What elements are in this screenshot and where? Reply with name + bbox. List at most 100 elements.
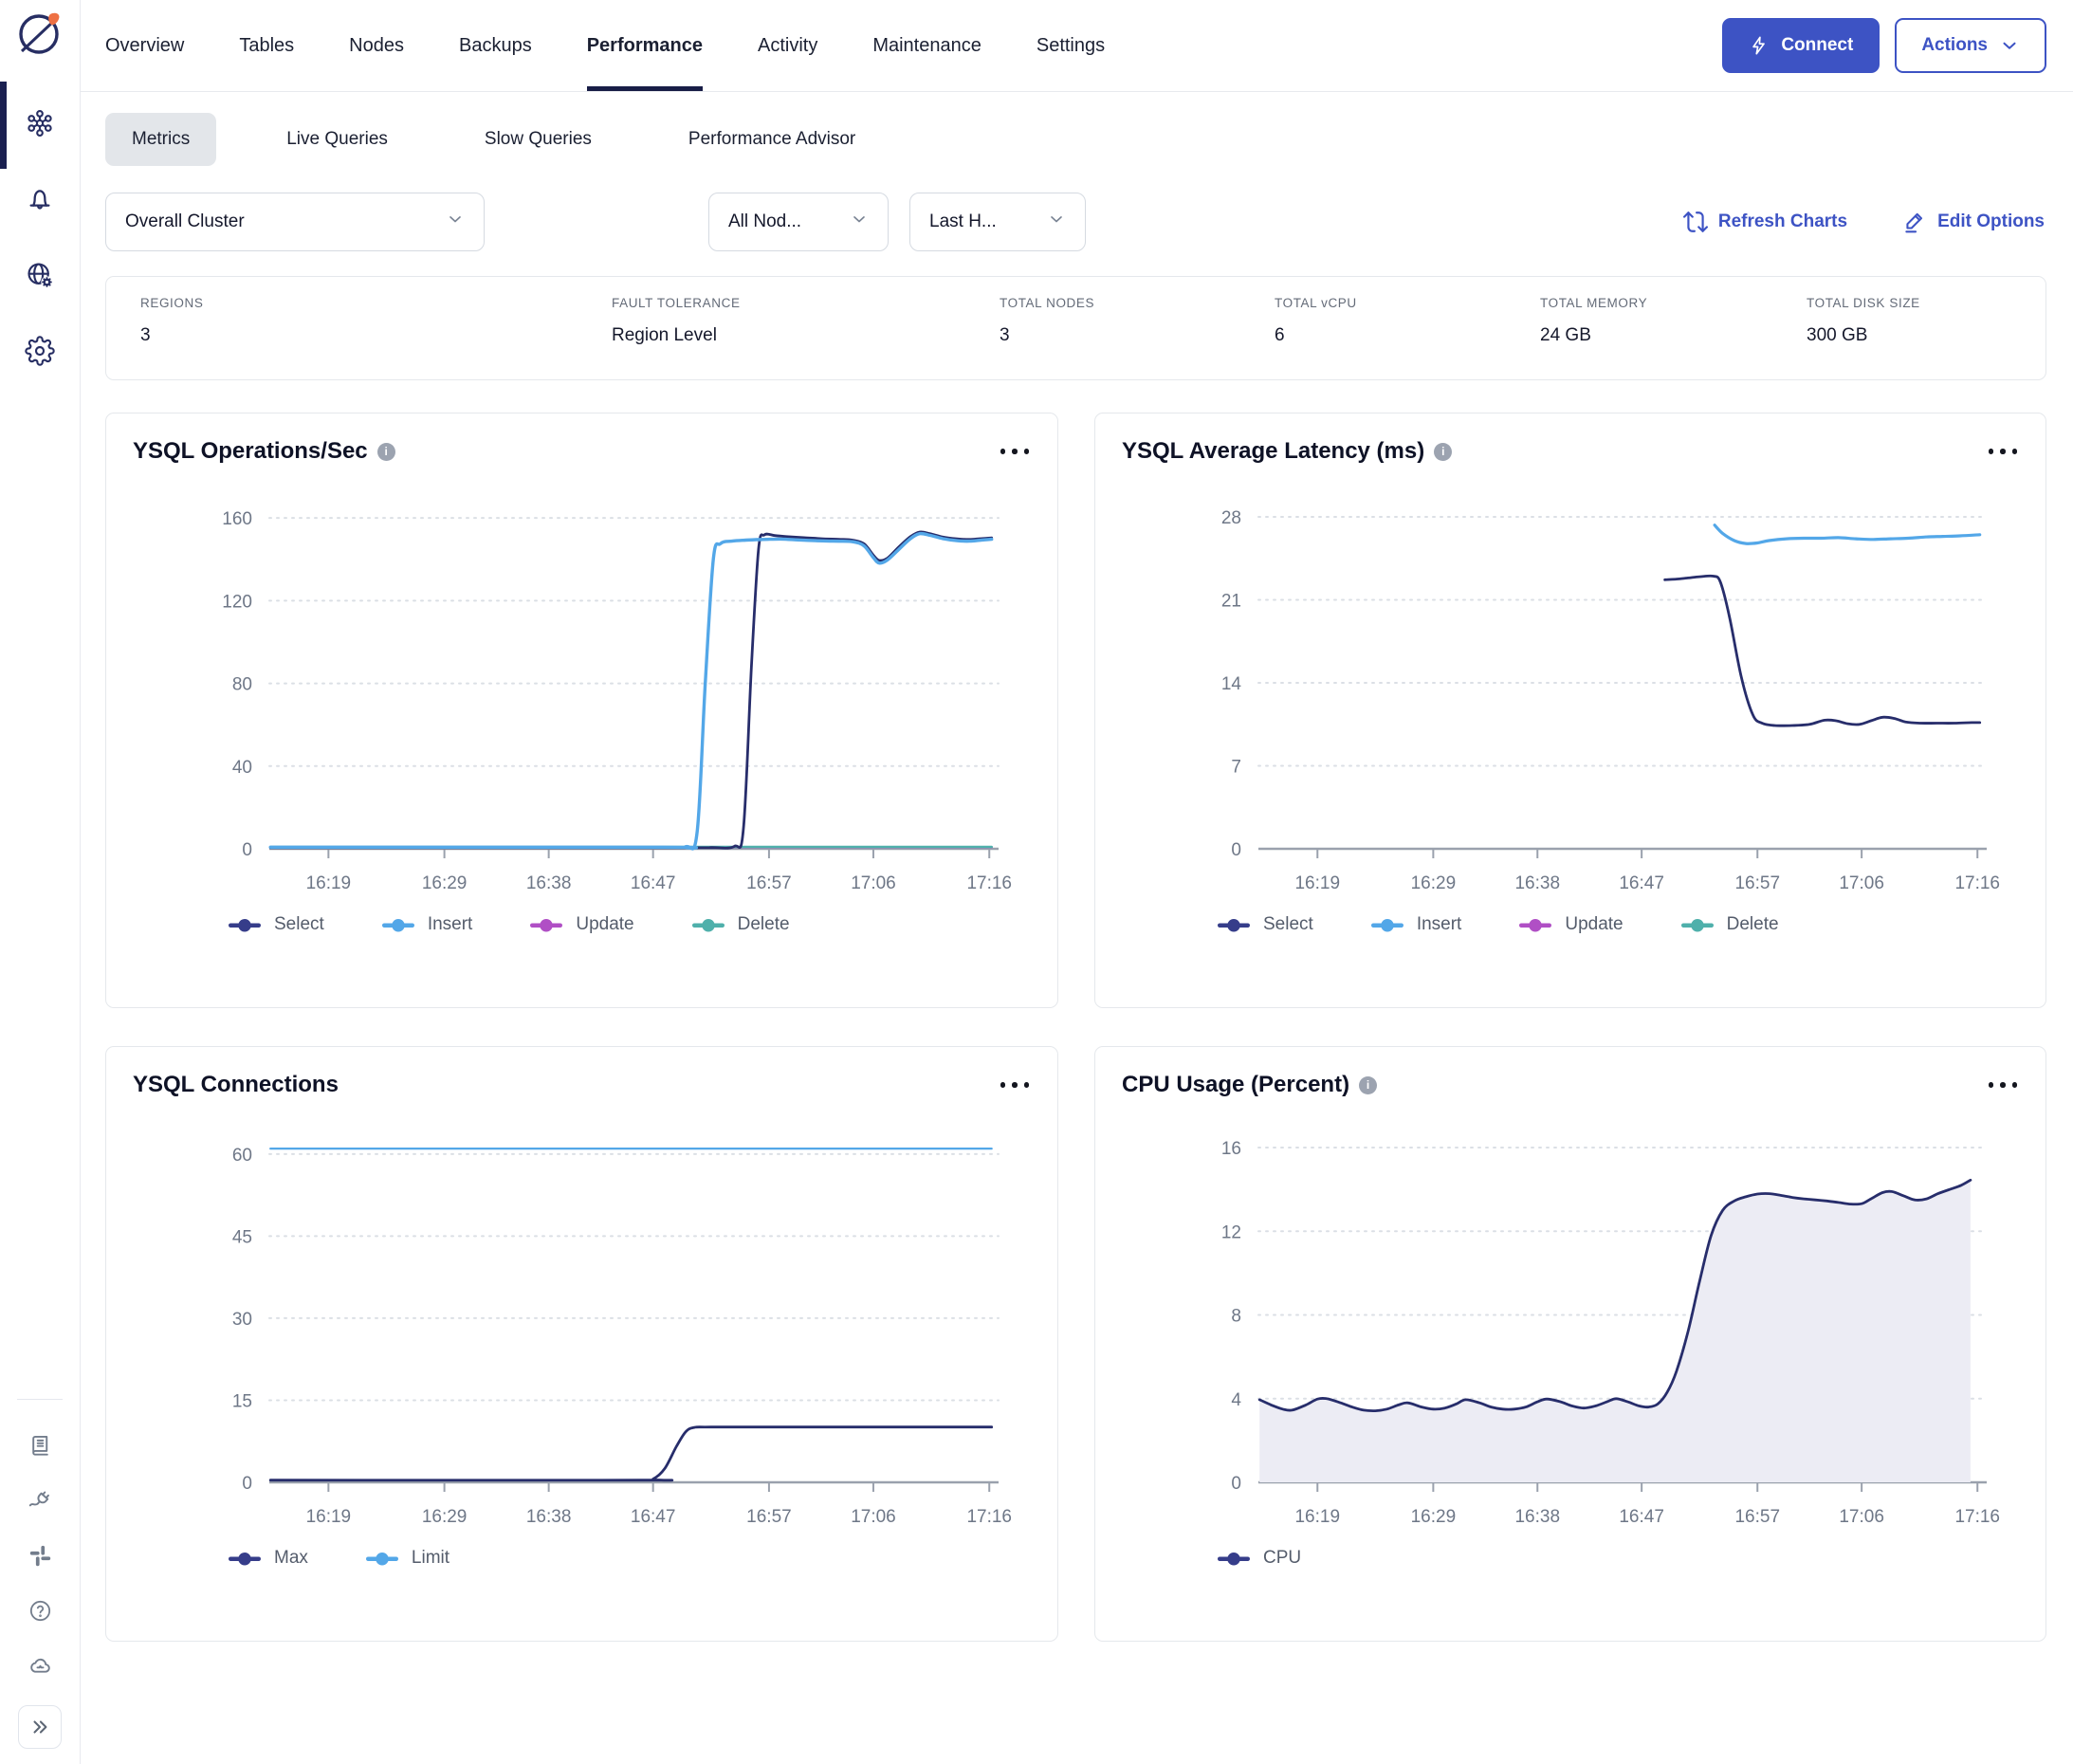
globe-gear-icon <box>25 260 55 295</box>
legend-item-insert: Insert <box>381 914 473 935</box>
stat-regions: REGIONS 3 <box>140 296 612 379</box>
sidebar-item-cloud-status-icon[interactable] <box>0 1641 81 1696</box>
legend-marker-icon <box>365 1552 399 1566</box>
svg-text:160: 160 <box>222 509 252 529</box>
svg-text:28: 28 <box>1221 508 1241 528</box>
legend-item-select: Select <box>1217 914 1313 935</box>
stat-label: FAULT TOLERANCE <box>612 296 1000 310</box>
svg-text:16:38: 16:38 <box>1514 873 1560 893</box>
subtab-performance-advisor[interactable]: Performance Advisor <box>662 113 882 166</box>
svg-text:0: 0 <box>242 1474 252 1494</box>
svg-text:17:16: 17:16 <box>966 873 1012 893</box>
info-icon[interactable]: i <box>1434 443 1452 461</box>
chart-title: YSQL Connections <box>133 1072 339 1098</box>
tab-nodes[interactable]: Nodes <box>349 0 404 91</box>
yugabyte-logo-icon <box>14 8 65 59</box>
sidebar-item-gear-icon[interactable] <box>0 315 81 391</box>
svg-text:16:47: 16:47 <box>631 1507 676 1527</box>
svg-text:16:29: 16:29 <box>1411 873 1457 893</box>
legend-item-limit: Limit <box>365 1548 449 1569</box>
legend-item-update: Update <box>529 914 633 935</box>
legend-item-insert: Insert <box>1370 914 1462 935</box>
cluster-icon <box>25 108 55 143</box>
info-icon[interactable]: i <box>1359 1076 1377 1094</box>
sidebar-item-globe-gear-icon[interactable] <box>0 239 81 315</box>
chart-legend: Select Insert Update Delete <box>1122 914 2019 935</box>
subtab-metrics[interactable]: Metrics <box>105 113 216 166</box>
stat-label: TOTAL DISK SIZE <box>1807 296 2045 310</box>
chevron-down-icon <box>1999 35 2020 56</box>
cluster-select[interactable]: Overall Cluster <box>105 193 485 251</box>
chart-menu-button[interactable] <box>1987 1076 2020 1093</box>
stat-total-vcpu: TOTAL vCPU 6 <box>1275 296 1540 379</box>
metrics-subtabs: Metrics Live Queries Slow Queries Performan… <box>81 92 2073 177</box>
chevron-down-icon <box>850 210 869 234</box>
refresh-icon <box>1683 210 1708 234</box>
actions-button[interactable]: Actions <box>1895 18 2046 73</box>
sidebar-item-help-icon[interactable] <box>0 1586 81 1641</box>
svg-text:15: 15 <box>232 1391 252 1411</box>
refresh-charts-link[interactable]: Refresh Charts <box>1683 210 1847 234</box>
stat-label: TOTAL vCPU <box>1275 296 1540 310</box>
svg-text:16:29: 16:29 <box>422 1507 468 1527</box>
stat-label: REGIONS <box>140 296 612 310</box>
chart-menu-button[interactable] <box>1987 443 2020 460</box>
charts-grid: YSQL Operations/Seci 0408012016016:1916:… <box>105 413 2046 1642</box>
tab-settings[interactable]: Settings <box>1036 0 1105 91</box>
svg-text:16:47: 16:47 <box>1619 1507 1664 1527</box>
chart-legend: CPU <box>1122 1548 2019 1569</box>
sidebar-item-bell-icon[interactable] <box>0 163 81 239</box>
time-range-select[interactable]: Last H... <box>909 193 1086 251</box>
legend-marker-icon <box>691 918 725 932</box>
sidebar-item-plug-icon[interactable] <box>0 1476 81 1531</box>
stat-total-memory: TOTAL MEMORY 24 GB <box>1540 296 1807 379</box>
legend-item-cpu: CPU <box>1217 1548 1301 1569</box>
svg-text:4: 4 <box>1231 1390 1241 1410</box>
edit-options-link[interactable]: Edit Options <box>1902 210 2045 234</box>
pencil-icon <box>1902 210 1927 234</box>
nodes-select[interactable]: All Nod... <box>708 193 889 251</box>
chevron-down-icon <box>1047 210 1066 234</box>
subtab-slow-queries[interactable]: Slow Queries <box>458 113 618 166</box>
tab-performance[interactable]: Performance <box>587 0 703 91</box>
chart-card-ysql-operations-sec: YSQL Operations/Seci 0408012016016:1916:… <box>105 413 1058 1008</box>
legend-marker-icon <box>1680 918 1715 932</box>
legend-item-delete: Delete <box>1680 914 1779 935</box>
chart-title: CPU Usage (Percent) <box>1122 1072 1349 1098</box>
svg-text:0: 0 <box>1231 1474 1241 1494</box>
stat-value: 6 <box>1275 325 1540 346</box>
connect-button[interactable]: Connect <box>1722 18 1880 73</box>
svg-text:16: 16 <box>1221 1139 1241 1159</box>
chart-card-cpu-usage-percent: CPU Usage (Percent)i 048121616:1916:2916… <box>1094 1046 2046 1642</box>
subtab-live-queries[interactable]: Live Queries <box>260 113 414 166</box>
legend-marker-icon <box>1217 918 1251 932</box>
tab-tables[interactable]: Tables <box>239 0 294 91</box>
top-navigation: Overview Tables Nodes Backups Performance Act… <box>81 0 2073 92</box>
svg-text:17:16: 17:16 <box>966 1507 1012 1527</box>
chart-plot: 048121616:1916:2916:3816:4716:5717:0617:… <box>1122 1108 2019 1534</box>
sidebar-expand-button[interactable] <box>18 1705 62 1749</box>
gear-icon <box>25 336 55 371</box>
tab-overview[interactable]: Overview <box>105 0 184 91</box>
chart-plot: 0714212816:1916:2916:3816:4716:5717:0617… <box>1122 474 2019 901</box>
chart-menu-button[interactable] <box>999 1076 1032 1093</box>
legend-marker-icon <box>1518 918 1552 932</box>
svg-text:40: 40 <box>232 758 252 778</box>
chart-menu-button[interactable] <box>999 443 1032 460</box>
svg-text:16:19: 16:19 <box>1294 1507 1340 1527</box>
lightning-icon <box>1749 35 1770 56</box>
tab-activity[interactable]: Activity <box>758 0 817 91</box>
svg-text:16:19: 16:19 <box>306 1507 352 1527</box>
info-icon[interactable]: i <box>377 443 395 461</box>
svg-text:30: 30 <box>232 1310 252 1330</box>
svg-text:120: 120 <box>222 592 252 612</box>
svg-text:21: 21 <box>1221 592 1241 612</box>
tab-backups[interactable]: Backups <box>459 0 532 91</box>
sidebar-item-slack-icon[interactable] <box>0 1531 81 1586</box>
tab-maintenance[interactable]: Maintenance <box>872 0 981 91</box>
sidebar-item-cluster-icon[interactable] <box>0 87 81 163</box>
svg-text:12: 12 <box>1221 1222 1241 1242</box>
legend-item-select: Select <box>228 914 324 935</box>
sidebar-item-docs-icon[interactable] <box>0 1421 81 1476</box>
stat-value: 24 GB <box>1540 325 1807 346</box>
